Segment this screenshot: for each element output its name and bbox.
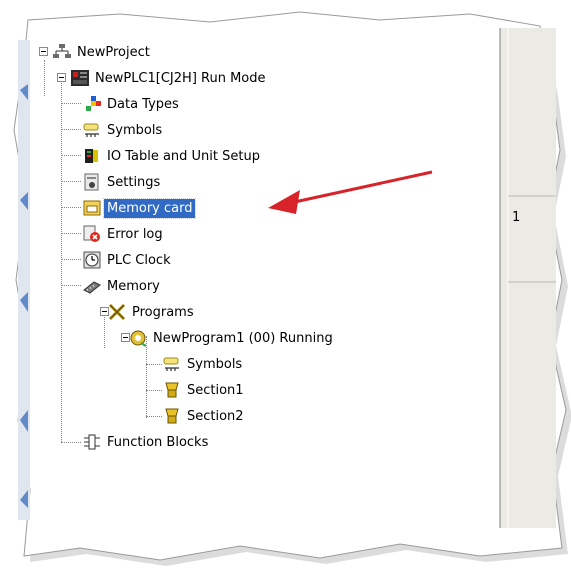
- annotation-arrow-head: [268, 190, 300, 214]
- annotation-arrow-layer: [268, 170, 433, 214]
- screenshot-panel: 1 NewProject NewPLC1[CJ2H] Run Mode Data…: [0, 0, 571, 569]
- annotation-arrow-shaft: [289, 170, 433, 205]
